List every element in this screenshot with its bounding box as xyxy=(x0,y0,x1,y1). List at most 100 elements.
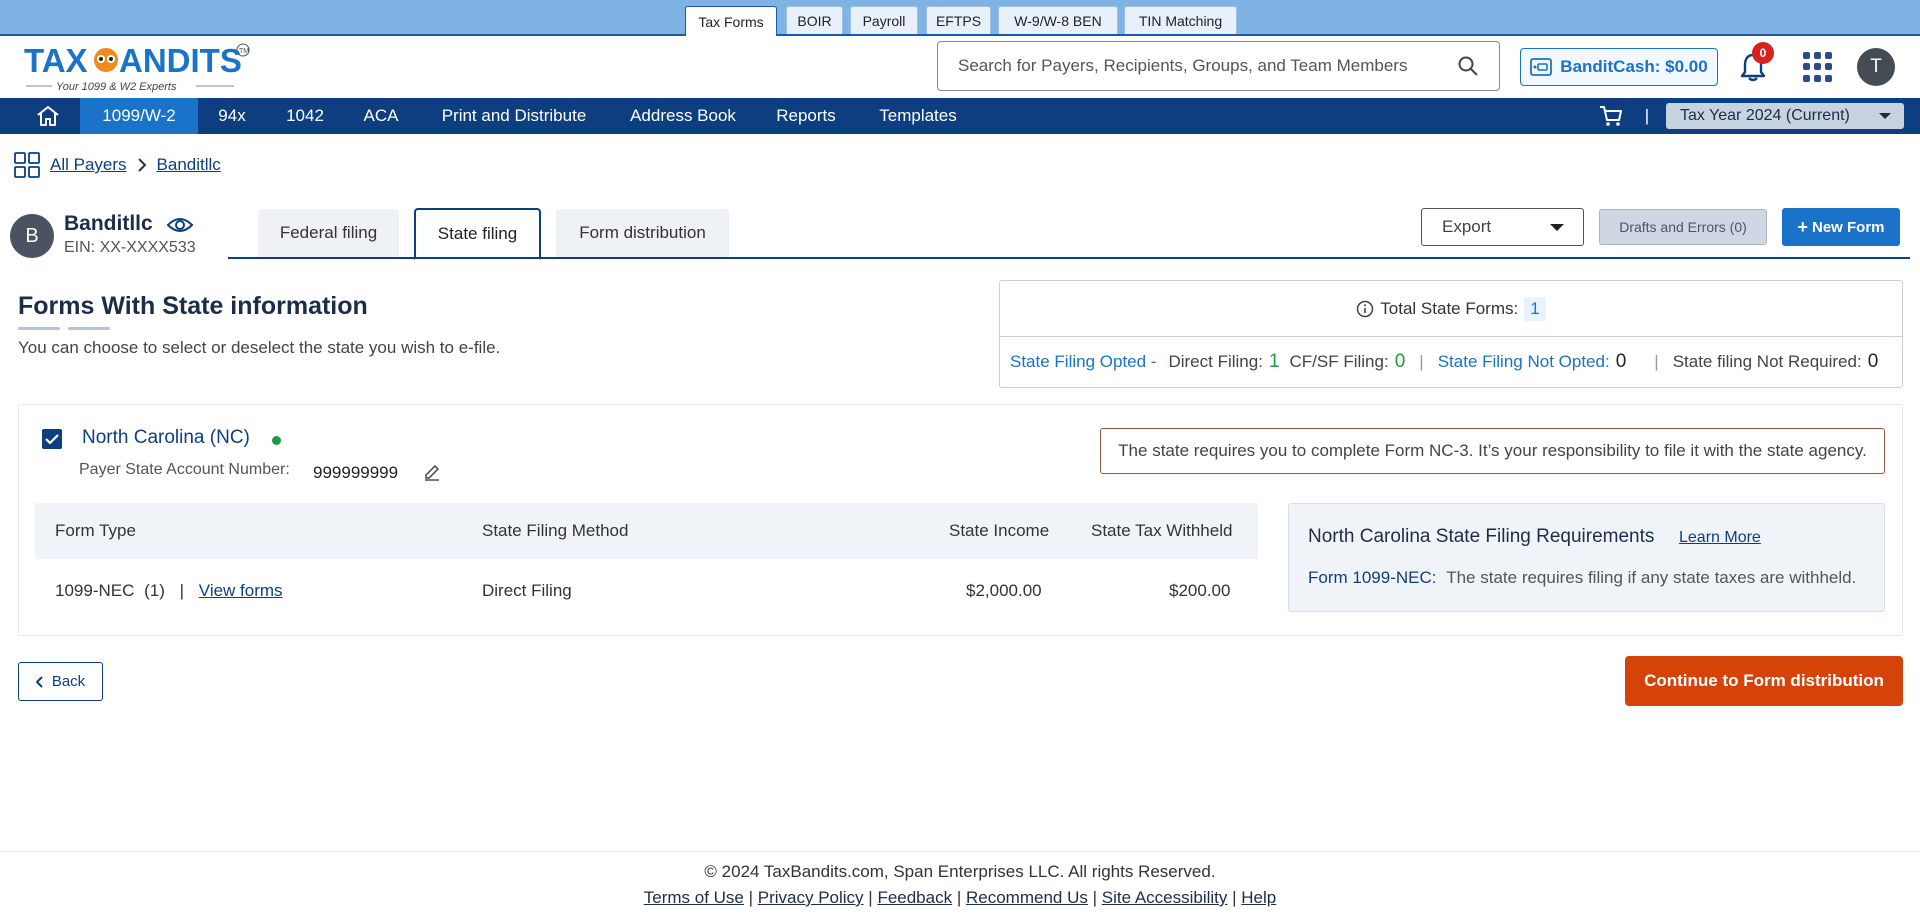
payer-name: Banditllc xyxy=(64,212,153,235)
chevron-left-icon xyxy=(35,675,43,688)
not-required-value: 0 xyxy=(1867,351,1879,372)
product-tab-tax-forms[interactable]: Tax Forms xyxy=(685,6,777,36)
opted-label: State Filing Opted - xyxy=(1010,352,1157,371)
product-tab-eftps[interactable]: EFTPS xyxy=(926,6,991,34)
product-tab-tin-matching[interactable]: TIN Matching xyxy=(1124,6,1237,34)
view-forms-link[interactable]: View forms xyxy=(199,581,283,600)
nav-1042[interactable]: 1042 xyxy=(277,98,333,134)
col-form-type: Form Type xyxy=(55,521,136,540)
back-button[interactable]: Back xyxy=(18,662,103,701)
col-state-tax-withheld: State Tax Withheld xyxy=(1091,521,1233,540)
table-row: 1099-NEC (1) | View forms Direct Filing … xyxy=(35,559,1258,623)
product-tab-w9-w8ben[interactable]: W-9/W-8 BEN xyxy=(998,6,1118,34)
breadcrumb-payer[interactable]: Banditllc xyxy=(157,155,221,175)
section-title: Forms With State information xyxy=(18,292,368,320)
nav-print-and-distribute[interactable]: Print and Distribute xyxy=(432,98,596,134)
tax-year-value: Tax Year 2024 (Current) xyxy=(1680,107,1850,124)
state-name: North Carolina (NC) xyxy=(82,427,250,448)
total-label: Total State Forms: xyxy=(1380,298,1519,318)
header: TAX ANDITS TM Your 1099 & W2 Experts Sea… xyxy=(0,36,1920,98)
check-icon xyxy=(45,434,59,445)
eye-icon[interactable] xyxy=(166,215,194,235)
continue-button[interactable]: Continue to Form distribution xyxy=(1625,656,1903,706)
drafts-and-errors-button[interactable]: Drafts and Errors (0) xyxy=(1599,209,1767,245)
banditcash-label: BanditCash: $0.00 xyxy=(1560,57,1708,76)
help-link[interactable]: Help xyxy=(1241,888,1276,907)
new-form-button[interactable]: + New Form xyxy=(1782,208,1900,246)
chevron-right-icon xyxy=(137,158,146,172)
footer-links: Terms of Use | Privacy Policy | Feedback… xyxy=(643,888,1277,907)
title-underline xyxy=(68,327,110,330)
requirements-line: Form 1099-NEC: The state requires filing… xyxy=(1308,568,1856,588)
payer-ein: EIN: XX-XXXX533 xyxy=(64,239,196,256)
account-label: Payer State Account Number: xyxy=(79,461,290,478)
copyright: © 2024 TaxBandits.com, Span Enterprises … xyxy=(704,862,1216,881)
tab-form-distribution[interactable]: Form distribution xyxy=(556,209,729,257)
banditcash-button[interactable]: BanditCash: $0.00 xyxy=(1520,48,1718,86)
divider: | xyxy=(1654,352,1659,371)
home-icon[interactable] xyxy=(28,98,68,134)
footer: © 2024 TaxBandits.com, Span Enterprises … xyxy=(0,851,1920,919)
nav-reports[interactable]: Reports xyxy=(770,98,842,134)
direct-value: 1 xyxy=(1268,351,1280,372)
state-requirements-box: North Carolina State Filing Requirements… xyxy=(1288,503,1885,612)
main-nav: 1099/W-2 94x 1042 ACA Print and Distribu… xyxy=(0,98,1920,134)
state-checkbox[interactable] xyxy=(42,429,62,449)
state-withheld-cell: $200.00 xyxy=(1169,581,1231,600)
feedback-link[interactable]: Feedback xyxy=(877,888,952,907)
caret-down-icon xyxy=(1879,113,1891,119)
recommend-link[interactable]: Recommend Us xyxy=(966,888,1088,907)
privacy-link[interactable]: Privacy Policy xyxy=(758,888,864,907)
info-icon xyxy=(1357,300,1374,317)
col-filing-method: State Filing Method xyxy=(482,521,629,540)
section-subtitle: You can choose to select or deselect the… xyxy=(18,338,501,357)
new-form-label: New Form xyxy=(1812,218,1885,236)
nav-aca[interactable]: ACA xyxy=(354,98,408,134)
caret-down-icon xyxy=(1550,223,1564,231)
not-opted-value: 0 xyxy=(1615,351,1627,372)
divider: | xyxy=(179,581,185,600)
wallet-icon xyxy=(1530,58,1553,76)
nav-address-book[interactable]: Address Book xyxy=(624,98,742,134)
back-label: Back xyxy=(51,673,86,690)
terms-link[interactable]: Terms of Use xyxy=(644,888,744,907)
cart-icon[interactable] xyxy=(1596,98,1626,134)
search-icon[interactable] xyxy=(1457,55,1479,77)
tab-underline xyxy=(228,257,1910,259)
nav-templates[interactable]: Templates xyxy=(870,98,966,134)
not-required-label: State filing Not Required: xyxy=(1672,352,1862,371)
apps-grid-icon[interactable] xyxy=(1803,52,1833,82)
tab-state-filing[interactable]: State filing xyxy=(414,208,541,260)
export-label: Export xyxy=(1442,217,1492,236)
export-dropdown[interactable]: Export xyxy=(1421,208,1584,246)
form-count: (1) xyxy=(144,581,165,600)
user-avatar[interactable]: T xyxy=(1857,48,1895,86)
search-input[interactable]: Search for Payers, Recipients, Groups, a… xyxy=(937,41,1500,91)
requirements-form-label: Form 1099-NEC: xyxy=(1308,568,1437,587)
form-type-name: 1099-NEC xyxy=(55,581,135,600)
tax-year-select[interactable]: Tax Year 2024 (Current) xyxy=(1666,103,1904,129)
nav-1099-w2[interactable]: 1099/W-2 xyxy=(80,98,198,134)
state-summary-panel: Total State Forms: 1 State Filing Opted … xyxy=(999,280,1903,388)
total-state-forms: Total State Forms: 1 xyxy=(1000,281,1902,337)
filing-method-cell: Direct Filing xyxy=(482,581,572,600)
learn-more-link[interactable]: Learn More xyxy=(1679,529,1761,547)
nav-94x[interactable]: 94x xyxy=(206,98,258,134)
svg-text:Your 1099 & W2 Experts: Your 1099 & W2 Experts xyxy=(56,81,177,93)
accessibility-link[interactable]: Site Accessibility xyxy=(1102,888,1228,907)
svg-text:TAX: TAX xyxy=(24,42,88,79)
product-tab-boir[interactable]: BOIR xyxy=(786,6,843,34)
payer-avatar: B xyxy=(10,214,54,258)
taxbandits-logo[interactable]: TAX ANDITS TM Your 1099 & W2 Experts xyxy=(24,40,256,94)
nav-divider: | xyxy=(1644,106,1650,125)
search-placeholder: Search for Payers, Recipients, Groups, a… xyxy=(958,56,1408,75)
col-state-income: State Income xyxy=(949,521,1050,540)
edit-pencil-icon[interactable] xyxy=(423,463,441,481)
tab-federal-filing[interactable]: Federal filing xyxy=(258,209,399,257)
divider: | xyxy=(1419,352,1424,371)
payers-grid-icon[interactable] xyxy=(14,152,40,178)
requirements-title: North Carolina State Filing Requirements xyxy=(1308,526,1655,547)
product-tab-payroll[interactable]: Payroll xyxy=(850,6,918,34)
product-tab-strip: Tax Forms BOIR Payroll EFTPS W-9/W-8 BEN… xyxy=(0,0,1920,36)
breadcrumb-all-payers[interactable]: All Payers xyxy=(50,155,127,175)
